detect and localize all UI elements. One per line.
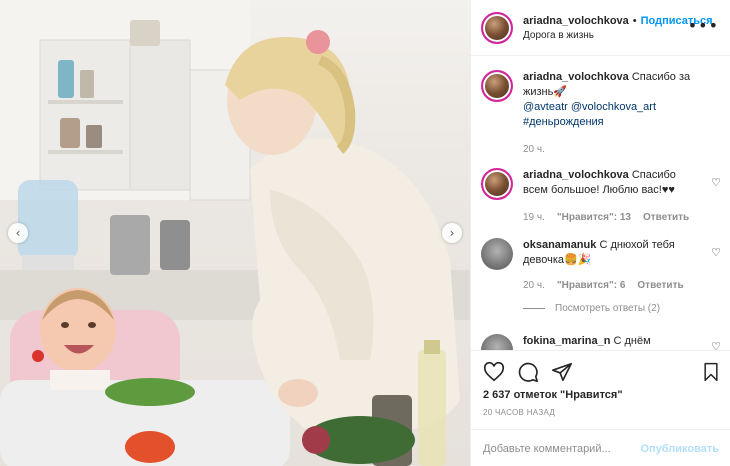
post-header: ariadna_volochkova • Подписаться Дорога … (471, 0, 730, 56)
author-username[interactable]: ariadna_volochkova (523, 15, 629, 27)
publish-button[interactable]: Опубликовать (640, 443, 719, 455)
comments-list[interactable]: ariadna_volochkova Спасибо за жизнь🚀 @av… (471, 56, 730, 350)
add-comment-bar: Опубликовать (471, 429, 730, 466)
mention-link[interactable]: @volochkova_art (571, 101, 656, 113)
bookmark-icon[interactable] (701, 361, 721, 383)
comment-like-heart-icon[interactable]: ♡ (711, 340, 721, 350)
next-photo-button[interactable]: › (442, 223, 462, 243)
reply-button[interactable]: Ответить (637, 278, 683, 293)
comment-item: ariadna_volochkova Спасибо всем большое!… (481, 168, 721, 225)
caption-username[interactable]: ariadna_volochkova (523, 71, 629, 83)
comment-input[interactable] (483, 442, 633, 455)
comment-time[interactable]: 19 ч. (523, 210, 545, 225)
comment-item: oksanamanuk С днюхой тебя девочка🍔🎉 20 ч… (481, 238, 721, 293)
replies-divider (523, 308, 545, 309)
commenter-avatar[interactable] (481, 168, 513, 200)
author-avatar[interactable] (481, 11, 513, 44)
chevron-left-icon: ‹ (15, 226, 21, 240)
view-replies-label: Посмотреть ответы (2) (555, 303, 661, 314)
comment-username[interactable]: oksanamanuk (523, 239, 596, 251)
view-replies-button[interactable]: Посмотреть ответы (2) (523, 303, 660, 314)
comment-like-heart-icon[interactable]: ♡ (711, 246, 721, 259)
separator-dot: • (632, 14, 637, 27)
photo-illustration (0, 0, 470, 466)
post-actions: 2 637 отметок "Нравится" 20 ЧАСОВ НАЗАД … (471, 350, 730, 466)
caption-time[interactable]: 20 ч. (523, 142, 545, 157)
post-photo[interactable]: ‹ › (0, 0, 470, 466)
post-details-panel: ariadna_volochkova • Подписаться Дорога … (470, 0, 730, 466)
paper-plane-icon[interactable] (551, 361, 573, 383)
comment-likes[interactable]: "Нравится": 6 (557, 278, 626, 293)
caption-author-avatar[interactable] (481, 70, 513, 102)
heart-icon[interactable] (483, 361, 505, 383)
comment-likes[interactable]: "Нравится": 13 (557, 210, 631, 225)
comment-icon[interactable] (517, 361, 539, 383)
comment-text: С днём (613, 335, 651, 347)
comment-username[interactable]: ariadna_volochkova (523, 169, 629, 181)
post-location[interactable]: Дорога в жизнь (523, 30, 713, 41)
more-options-icon[interactable]: ••• (688, 16, 719, 35)
commenter-avatar[interactable] (481, 334, 513, 350)
previous-photo-button[interactable]: ‹ (8, 223, 28, 243)
comment-time[interactable]: 20 ч. (523, 278, 545, 293)
mention-link[interactable]: @avteatr (523, 101, 568, 113)
chevron-right-icon: › (449, 226, 455, 240)
comment-item: fokina_marina_n С днём (481, 334, 721, 350)
hashtag-link[interactable]: #деньрождения (523, 116, 604, 128)
comment-like-heart-icon[interactable]: ♡ (711, 176, 721, 189)
comment-username[interactable]: fokina_marina_n (523, 335, 610, 347)
post-timestamp[interactable]: 20 ЧАСОВ НАЗАД (483, 408, 555, 417)
reply-button[interactable]: Ответить (643, 210, 689, 225)
commenter-avatar[interactable] (481, 238, 513, 270)
likes-count[interactable]: 2 637 отметок "Нравится" (483, 389, 623, 401)
post-caption: ariadna_volochkova Спасибо за жизнь🚀 @av… (481, 70, 721, 157)
